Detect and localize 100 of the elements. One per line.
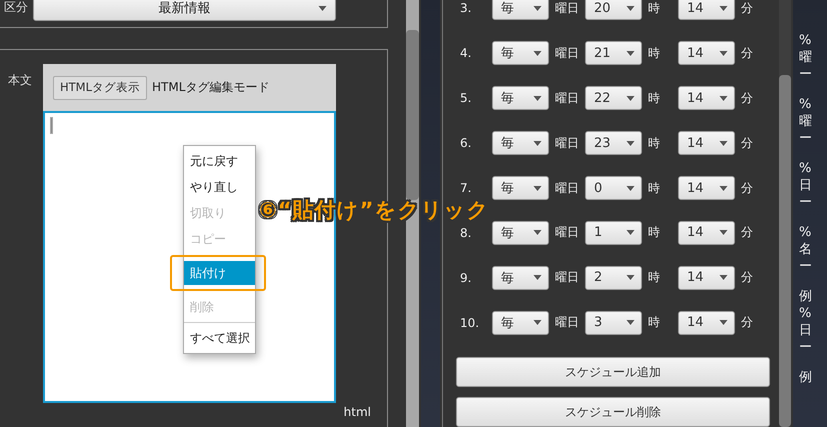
clipped-text: ー xyxy=(799,339,813,356)
hour-dropdown[interactable]: 1 xyxy=(585,220,642,245)
minute-dropdown[interactable]: 14 xyxy=(678,176,735,200)
clipped-text: 日 xyxy=(799,177,813,194)
caret-icon xyxy=(626,275,635,280)
clipped-text: 名 xyxy=(799,241,813,258)
weekday-unit-label: 曜日 xyxy=(554,44,580,62)
weekday-unit-label: 曜日 xyxy=(554,224,580,242)
minute-dropdown[interactable]: 14 xyxy=(678,0,735,20)
hour-unit-label: 時 xyxy=(647,314,661,332)
weekday-dropdown[interactable]: 毎 xyxy=(492,131,549,156)
hour-unit-label: 時 xyxy=(647,180,661,196)
text-cursor xyxy=(50,117,53,134)
format-label: html xyxy=(344,405,371,419)
weekday-dropdown[interactable]: 毎 xyxy=(492,41,549,66)
add-schedule-button[interactable]: スケジュール追加 xyxy=(456,357,770,388)
minute-dropdown[interactable]: 14 xyxy=(678,266,735,290)
caret-icon xyxy=(533,6,542,11)
caret-icon xyxy=(626,96,635,101)
hour-dropdown[interactable]: 3 xyxy=(585,310,642,335)
weekday-dropdown[interactable]: 毎 xyxy=(492,0,549,20)
weekday-unit-label: 曜日 xyxy=(554,314,580,332)
clipped-text: ー xyxy=(799,258,813,275)
weekday-dropdown[interactable]: 毎 xyxy=(492,310,549,335)
caret-icon xyxy=(533,96,542,101)
hour-dropdown[interactable]: 22 xyxy=(585,86,642,110)
caret-icon xyxy=(533,186,542,190)
row-number: 8. xyxy=(460,226,472,240)
clipped-text: 曜 xyxy=(799,113,813,130)
mode-label: HTMLタグ編集モード xyxy=(152,79,270,96)
caret-icon xyxy=(719,96,728,101)
row-number: 3. xyxy=(460,1,472,16)
weekday-unit-label: 曜日 xyxy=(554,0,580,17)
delete-schedule-button[interactable]: スケジュール削除 xyxy=(456,397,770,427)
caret-icon xyxy=(533,275,542,280)
clipped-text: ー xyxy=(799,66,813,83)
caret-icon xyxy=(626,6,635,11)
minute-unit-label: 分 xyxy=(740,44,754,62)
minute-dropdown[interactable]: 14 xyxy=(678,86,735,110)
clipped-text: ー xyxy=(799,130,813,147)
minute-unit-label: 分 xyxy=(740,314,754,332)
clipped-text: % xyxy=(799,224,812,241)
clipped-text: 曜 xyxy=(799,49,813,66)
caret-icon xyxy=(626,50,635,56)
hour-unit-label: 時 xyxy=(647,44,661,62)
row-number: 5. xyxy=(460,91,472,106)
field-label: 区分 xyxy=(3,0,29,16)
minute-unit-label: 分 xyxy=(740,269,754,286)
row-number: 7. xyxy=(460,181,472,195)
minute-unit-label: 分 xyxy=(740,134,754,152)
clipped-text: % xyxy=(799,305,812,322)
hour-dropdown[interactable]: 2 xyxy=(585,266,642,290)
caret-icon xyxy=(626,140,635,146)
weekday-dropdown[interactable]: 毎 xyxy=(492,176,549,200)
hour-dropdown[interactable]: 20 xyxy=(585,0,642,20)
row-number: 6. xyxy=(460,136,472,150)
hour-unit-label: 時 xyxy=(647,269,661,286)
weekday-unit-label: 曜日 xyxy=(554,180,580,196)
caret-icon xyxy=(533,320,542,326)
menu-item[interactable]: やり直し xyxy=(184,174,255,200)
scrollbar-thumb[interactable] xyxy=(406,30,419,200)
caret-icon xyxy=(719,186,728,190)
minute-unit-label: 分 xyxy=(740,224,754,242)
minute-dropdown[interactable]: 14 xyxy=(678,131,735,156)
hour-unit-label: 時 xyxy=(647,134,661,152)
scrollbar-track[interactable] xyxy=(779,0,791,427)
minute-unit-label: 分 xyxy=(740,180,754,196)
clipped-text: 例 xyxy=(799,288,813,305)
weekday-unit-label: 曜日 xyxy=(554,269,580,286)
weekday-unit-label: 曜日 xyxy=(554,90,580,107)
caret-icon xyxy=(533,140,542,146)
menu-item[interactable]: すべて選択 xyxy=(184,325,255,351)
row-number: 4. xyxy=(460,46,472,60)
weekday-unit-label: 曜日 xyxy=(554,134,580,152)
clipped-text: % xyxy=(799,32,812,49)
caret-icon xyxy=(626,230,635,236)
menu-item[interactable]: 元に戻す xyxy=(184,148,255,174)
caret-icon xyxy=(719,320,728,326)
minute-unit-label: 分 xyxy=(740,0,754,17)
hour-dropdown[interactable]: 21 xyxy=(585,41,642,66)
caret-icon xyxy=(719,6,728,11)
minute-unit-label: 分 xyxy=(740,90,754,107)
minute-dropdown[interactable]: 14 xyxy=(678,220,735,245)
weekday-dropdown[interactable]: 毎 xyxy=(492,266,549,290)
scrollbar-thumb[interactable] xyxy=(779,75,791,427)
html-tag-toggle-button[interactable]: HTMLタグ表示 xyxy=(53,76,148,100)
minute-dropdown[interactable]: 14 xyxy=(678,41,735,66)
category-dropdown[interactable]: 最新情報 xyxy=(33,0,336,21)
hour-unit-label: 時 xyxy=(647,224,661,242)
weekday-dropdown[interactable]: 毎 xyxy=(492,220,549,245)
caret-icon xyxy=(719,140,728,146)
minute-dropdown[interactable]: 14 xyxy=(678,310,735,335)
caret-icon xyxy=(626,186,635,190)
weekday-dropdown[interactable]: 毎 xyxy=(492,86,549,110)
clipped-text: % xyxy=(799,160,812,177)
clipped-text: 日 xyxy=(799,322,813,339)
hour-dropdown[interactable]: 0 xyxy=(585,176,642,200)
clipped-text: 例 xyxy=(799,369,813,386)
row-number: 10. xyxy=(460,316,480,330)
hour-dropdown[interactable]: 23 xyxy=(585,131,642,156)
